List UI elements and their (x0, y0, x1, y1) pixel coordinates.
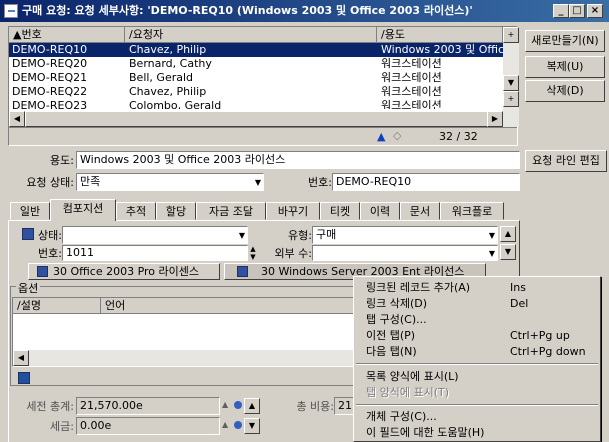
window-title: 구매 요청: 요청 세부사항: 'DEMO-REQ10 (Windows 200… (22, 4, 473, 17)
currency-spinner[interactable]: ▲ (222, 400, 228, 409)
tab-financing[interactable]: 자금 조달 (196, 202, 266, 220)
tab-history[interactable]: 이력 (360, 202, 400, 220)
tab-documents[interactable]: 문서 (400, 202, 440, 220)
tab-allocation[interactable]: 할당 (156, 202, 196, 220)
copy-button[interactable]: 복제(U) (525, 56, 605, 78)
chevron-down-icon: ▼ (488, 231, 495, 240)
column-header-description[interactable]: /설명 (13, 298, 101, 314)
close-button[interactable]: × (587, 4, 603, 18)
subtab-office-license[interactable]: 30 Office 2003 Pro 라이센스 (28, 263, 220, 280)
number-label: 번호: (308, 176, 332, 189)
column-header-language[interactable]: 언어 (101, 298, 357, 314)
menu-item-show-as-list[interactable]: 목록 양식에 표시(L) (354, 369, 600, 385)
scroll-left-button[interactable]: ◀ (13, 350, 29, 366)
type-select[interactable]: 구매 ▼ (312, 226, 498, 244)
scroll-up-button[interactable]: ▲ (500, 226, 516, 242)
chevron-down-icon: ▼ (488, 249, 495, 258)
request-status-select[interactable]: 만족 ▼ (76, 173, 264, 191)
outside-number-label: 외부 수: (274, 247, 312, 260)
tax-label: 세금: (50, 420, 74, 433)
request-list[interactable]: ▲번호 /요청자 /용도 DEMO-REQ10 Chavez, Philip Win… (8, 26, 519, 146)
menu-item-show-as-tabs: 탭 양식에 표시(T) (366, 386, 450, 399)
options-horizontal-scrollbar[interactable] (13, 350, 357, 366)
scroll-up-button[interactable]: ▲ (244, 398, 260, 414)
purpose-field[interactable]: Windows 2003 및 Office 2003 라이선스 (76, 151, 520, 169)
pretax-total-label: 세전 총계: (26, 400, 74, 413)
edit-request-lines-button[interactable]: 요청 라인 편집 (525, 150, 607, 172)
column-header-purpose[interactable]: /용도 (377, 27, 503, 43)
menu-item-delete-link[interactable]: 링크 삭제(D) Del (354, 296, 600, 312)
column-header-requester[interactable]: /요청자 (125, 27, 377, 43)
number-field[interactable]: DEMO-REQ10 (332, 173, 520, 191)
tab-composition[interactable]: 컴포지션 (50, 199, 116, 221)
list-row[interactable]: DEMO-REQ21 Bell, Gerald 워크스테이션 (9, 71, 503, 85)
total-cost-label: 총 비용: (296, 400, 334, 413)
scroll-down-button[interactable]: ▼ (244, 418, 260, 434)
minimize-button[interactable]: _ (553, 4, 569, 18)
outside-number-select[interactable]: ▼ (312, 245, 498, 261)
currency-icon (234, 421, 242, 429)
request-status-label: 요청 상태: (26, 176, 74, 189)
app-icon (4, 4, 18, 18)
scroll-thumb[interactable] (25, 111, 495, 127)
tab-tickets[interactable]: 티켓 (320, 202, 360, 220)
options-table[interactable]: /설명 언어 ◀ (12, 297, 358, 367)
menu-item-configure-object[interactable]: 개체 구성(C)... (354, 409, 600, 425)
license-icon (37, 266, 48, 277)
menu-separator (356, 363, 598, 365)
scroll-page-button[interactable]: + (503, 91, 519, 107)
request-status-value: 만족 (80, 175, 101, 188)
list-row[interactable]: DEMO-REQ10 Chavez, Philip Windows 2003 및 O… (9, 43, 503, 57)
tab-general[interactable]: 일반 (10, 202, 50, 220)
sort-arrow-icon: ▲ (377, 130, 386, 143)
menu-item-field-help[interactable]: 이 필드에 대한 도움말(H) (354, 425, 600, 441)
calculator-icon[interactable] (18, 372, 30, 384)
scroll-right-button[interactable]: ▶ (487, 111, 503, 127)
list-status-strip: ▲ ◇ 32 / 32 (9, 127, 517, 145)
options-label: 옵션 (16, 280, 41, 296)
menu-separator (356, 404, 598, 406)
list-row[interactable]: DEMO-REQ20 Bernard, Cathy 워크스테이션 (9, 57, 503, 71)
menu-item-previous-tab[interactable]: 이전 탭(P) Ctrl+Pg up (354, 328, 600, 344)
new-button[interactable]: 새로만들기(N) (525, 30, 605, 52)
purpose-label: 용도: (50, 154, 74, 167)
currency-spinner[interactable]: ▲ (222, 420, 228, 429)
tab-replace[interactable]: 바꾸기 (266, 202, 320, 220)
menu-item-configure-tabs[interactable]: 탭 구성(C)... (354, 312, 600, 328)
list-row[interactable]: DEMO-REQ22 Chavez, Philip 워크스테이션 (9, 85, 503, 99)
scroll-down-button[interactable]: ▼ (500, 244, 516, 260)
composition-number-label: 번호: (38, 247, 62, 260)
number-spinner[interactable]: ▲ ▼ (248, 245, 258, 261)
record-counter: 32 / 32 (439, 130, 478, 143)
title-bar: 구매 요청: 요청 세부사항: 'DEMO-REQ10 (Windows 200… (0, 0, 609, 22)
menu-item-add-linked-record[interactable]: 링크된 레코드 추가(A) Ins (354, 280, 600, 296)
list-row[interactable]: DEMO-REQ23 Colombo, Gerald 워크스테이션 (9, 99, 503, 109)
tax-field: 0.00e (76, 417, 220, 435)
chevron-down-icon: ▼ (238, 231, 245, 240)
scroll-left-button[interactable]: ◀ (9, 111, 25, 127)
currency-icon (234, 401, 242, 409)
scroll-up-button[interactable]: + (503, 27, 519, 43)
filter-icon[interactable]: ◇ (393, 129, 401, 142)
type-label: 유형: (288, 229, 312, 242)
license-icon (237, 266, 248, 277)
delete-button[interactable]: 삭제(D) (525, 80, 605, 102)
tab-workflow[interactable]: 워크플로 (440, 202, 504, 220)
chevron-down-icon: ▼ (254, 178, 261, 187)
tab-tracking[interactable]: 추적 (116, 202, 156, 220)
state-label: 상태: (38, 229, 62, 242)
menu-item-next-tab[interactable]: 다음 탭(N) Ctrl+Pg down (354, 344, 600, 360)
context-menu: 링크된 레코드 추가(A) Ins 링크 삭제(D) Del 탭 구성(C)... … (353, 276, 601, 442)
column-header-number[interactable]: ▲번호 (9, 27, 125, 43)
maximize-button[interactable]: □ (569, 4, 585, 18)
composition-number-field[interactable]: 1011 (62, 245, 248, 261)
pretax-total-field: 21,570.00e (76, 397, 220, 415)
state-select[interactable]: ▼ (62, 226, 248, 244)
type-value: 구매 (316, 228, 337, 241)
scroll-down-button[interactable]: ▼ (503, 75, 519, 91)
